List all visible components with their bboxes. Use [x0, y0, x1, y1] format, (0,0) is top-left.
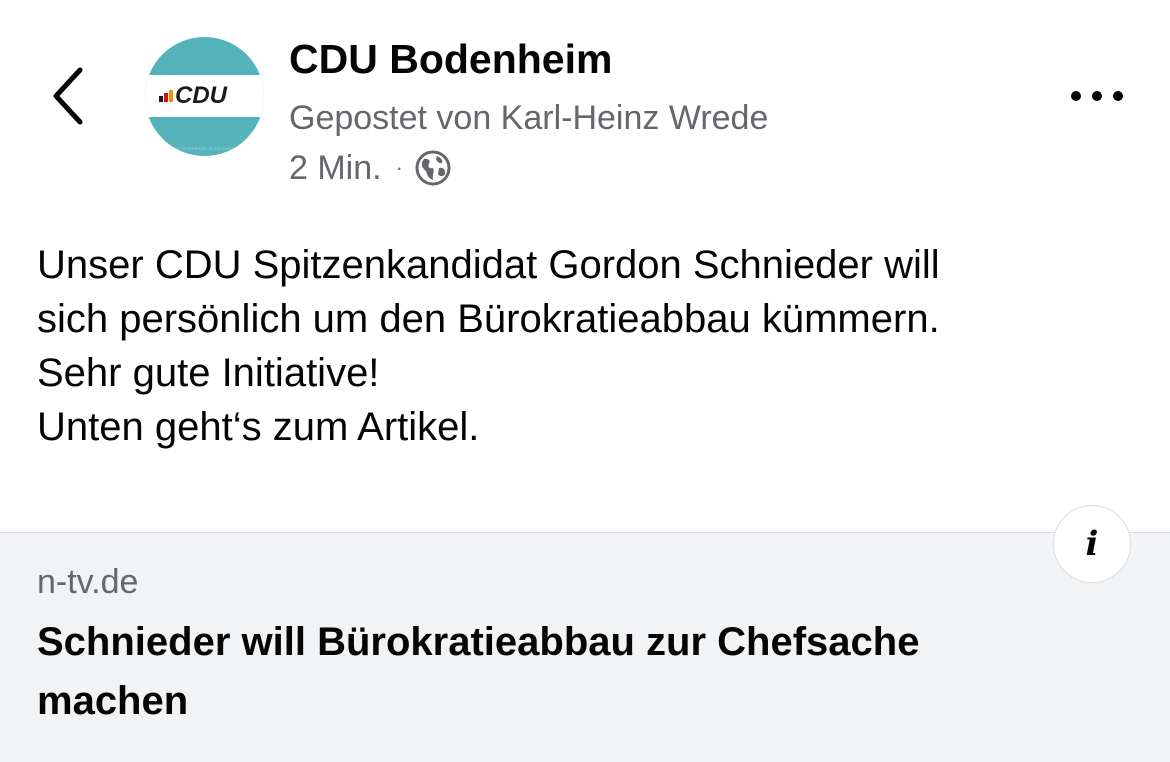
- chevron-left-icon: [53, 67, 83, 125]
- meta-separator: ·: [395, 155, 403, 180]
- post-line: sich persönlich um den Bürokratieabbau k…: [37, 297, 940, 341]
- posted-by: Gepostet von Karl-Heinz Wrede: [289, 99, 769, 137]
- post-message: Unser CDU Spitzenkandidat Gordon Schnied…: [37, 238, 1147, 454]
- avatar-subtitle: ORTSVERBAND BODENHEIM: [173, 146, 236, 151]
- cdu-logo-icon: CDU: [159, 82, 228, 109]
- info-button[interactable]: i: [1053, 505, 1131, 583]
- link-preview-card[interactable]: n-tv.de Schnieder will Bürokratieabbau z…: [0, 532, 1170, 762]
- post-meta: 2 Min. ·: [289, 148, 451, 188]
- post-header: CDU ORTSVERBAND BODENHEIM CDU Bodenheim …: [0, 0, 1170, 210]
- back-button[interactable]: [40, 60, 100, 132]
- info-icon: i: [1085, 524, 1099, 564]
- post-line: Unser CDU Spitzenkandidat Gordon Schnied…: [37, 243, 940, 287]
- link-title-line: machen: [37, 679, 189, 723]
- avatar[interactable]: CDU ORTSVERBAND BODENHEIM: [145, 37, 264, 156]
- link-title: Schnieder will Bürokratieabbau zur Chefs…: [37, 613, 1117, 731]
- post-time[interactable]: 2 Min.: [289, 149, 382, 188]
- avatar-logo-text: CDU: [175, 82, 228, 109]
- page-name[interactable]: CDU Bodenheim: [289, 36, 612, 83]
- globe-icon[interactable]: [415, 150, 451, 186]
- post-line: Unten geht‘s zum Artikel.: [37, 405, 480, 449]
- more-options-button[interactable]: [1062, 78, 1132, 114]
- link-title-line: Schnieder will Bürokratieabbau zur Chefs…: [37, 620, 920, 664]
- more-horizontal-icon: [1071, 91, 1123, 101]
- link-domain: n-tv.de: [37, 563, 139, 601]
- post-line: Sehr gute Initiative!: [37, 351, 380, 395]
